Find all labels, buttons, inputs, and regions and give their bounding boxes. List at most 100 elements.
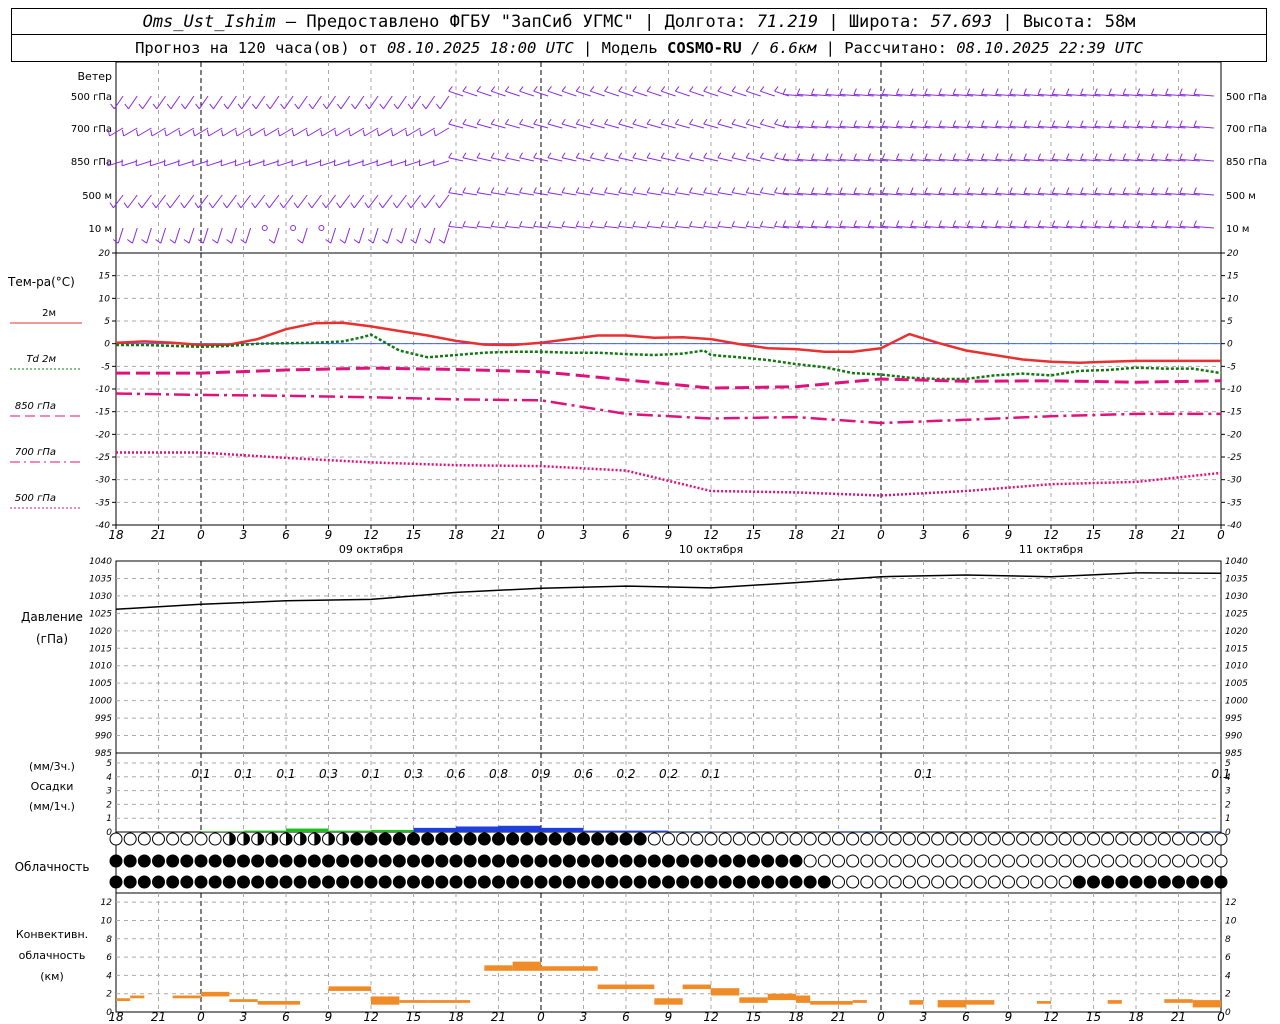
cloud-symbol-circle	[435, 875, 449, 889]
cloud-symbol	[1101, 832, 1115, 846]
temp-tick-label: -35	[95, 498, 110, 508]
cloud-symbol-circle	[1172, 854, 1185, 868]
cloud-symbol	[392, 832, 406, 846]
cloud-symbol-circle	[619, 854, 633, 868]
wind-barb	[146, 227, 152, 244]
time-axis-top-label: 0	[877, 528, 885, 542]
cloud-symbol-circle	[407, 854, 420, 868]
cloud-symbol-circle	[1030, 854, 1044, 868]
cloud-symbol-circle	[860, 832, 874, 846]
cloud-symbol	[293, 854, 307, 868]
cloud-symbol	[1214, 854, 1228, 868]
cloud-symbol	[492, 832, 505, 846]
cloud-symbol	[747, 875, 760, 889]
cloud-symbol	[137, 832, 151, 846]
cloud-symbol	[803, 854, 817, 868]
cloud-symbol-circle	[194, 832, 208, 846]
cloud-symbol-circle	[237, 875, 250, 889]
cloud-symbol	[1143, 854, 1157, 868]
cloud-symbol-circle	[378, 832, 392, 846]
wind-barb-feather	[519, 118, 524, 125]
pressure-tick-label: 1030	[89, 592, 112, 602]
wind-barb-feather	[825, 187, 829, 194]
wind-barb-feather	[141, 239, 147, 244]
wind-barb-feather	[632, 220, 636, 227]
wind-barb	[590, 192, 605, 196]
wind-barb-feather	[604, 118, 609, 125]
cloud-symbol-circle	[421, 832, 435, 846]
time-axis-top-label: 15	[746, 528, 761, 542]
wind-barb	[519, 225, 534, 229]
cloud-symbol	[1002, 832, 1015, 846]
cloud-symbol	[775, 854, 789, 868]
wind-barb-feather	[194, 202, 199, 209]
wind-barb	[632, 157, 648, 162]
wind-barb-feather	[589, 118, 595, 125]
cloud-symbol-circle	[123, 854, 137, 868]
wind-barb-feather	[995, 220, 999, 227]
temp-tick-label: -5	[101, 362, 110, 372]
wind-barb-feather	[674, 220, 679, 227]
wind-barb-feather	[561, 86, 567, 92]
cloud-symbol	[322, 875, 335, 889]
wind-barb	[561, 225, 577, 229]
wind-barb-feather	[212, 239, 218, 244]
wind-barb-feather	[462, 152, 467, 159]
wind-barb	[438, 194, 450, 209]
wind-barb-feather	[731, 187, 736, 193]
conv-segment	[1164, 999, 1193, 1003]
cloud-symbol	[704, 832, 718, 846]
wind-barb	[590, 123, 605, 129]
cloud-symbol-circle	[676, 875, 690, 889]
conv-segment	[767, 993, 796, 1001]
conv-segment	[512, 961, 541, 971]
cloud-symbol	[662, 875, 675, 889]
cloud-symbol-circle	[647, 854, 661, 868]
conv-tick-label-right: 8	[1225, 935, 1231, 945]
wind-barb-feather	[924, 88, 928, 95]
time-axis-bottom-label: 21	[1171, 1010, 1186, 1024]
cloud-symbol	[987, 832, 1001, 846]
wind-barb	[433, 160, 450, 167]
cloud-symbol	[846, 854, 860, 868]
wind-barb	[519, 90, 535, 97]
wind-barb-feather	[277, 129, 280, 137]
cloud-symbol-circle	[506, 854, 520, 868]
precip-bar	[201, 831, 244, 832]
precip-total-label: 0.2	[659, 767, 678, 781]
wind-barb-feather	[504, 152, 509, 159]
time-axis-top-label: 15	[406, 528, 421, 542]
wind-barb	[283, 194, 294, 209]
cloud-symbol	[421, 875, 435, 889]
cloud-symbol	[1143, 875, 1157, 889]
wind-barb	[297, 194, 308, 209]
cloud-symbol-circle	[902, 854, 916, 868]
wind-barb-feather	[1165, 153, 1169, 160]
cloud-symbol-circle	[222, 854, 236, 868]
cloud-symbol-circle	[662, 875, 675, 889]
cloud-symbol-circle	[704, 875, 718, 889]
wind-barb	[519, 192, 534, 196]
wind-barb-feather	[952, 88, 957, 95]
cloud-symbol	[931, 875, 945, 889]
wind-barb-feather	[1108, 88, 1112, 95]
wind-barb	[689, 157, 705, 162]
cloud-symbol-circle	[817, 875, 831, 889]
wind-barb	[590, 90, 605, 97]
wind-barb-feather	[1136, 220, 1141, 227]
wind-barb-feather	[703, 152, 708, 159]
precip-title-line1: (мм/3ч.)	[29, 760, 75, 773]
wind-barb-feather	[618, 86, 623, 92]
precip-total-label: 0.2	[616, 767, 635, 781]
wind-barb-feather	[183, 239, 190, 244]
cloud-symbol-circle	[180, 832, 194, 846]
wind-barb-feather	[1136, 88, 1141, 95]
wind-barb-feather	[867, 88, 872, 95]
wind-barb-feather	[1009, 220, 1013, 227]
wind-barb-feather	[150, 129, 153, 137]
wind-barb	[646, 192, 662, 196]
precip-bar	[541, 827, 584, 832]
wind-barb-feather	[910, 153, 914, 160]
cloud-symbol	[194, 854, 208, 868]
wind-barb	[604, 90, 620, 97]
